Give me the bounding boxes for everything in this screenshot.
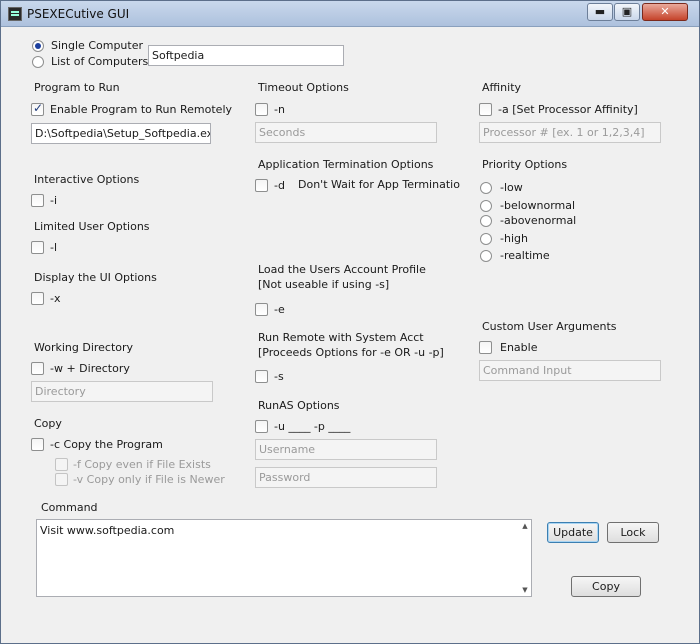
working-dir-input[interactable]: Directory xyxy=(31,381,213,402)
priority-belownormal-label: -belownormal xyxy=(500,199,576,212)
maximize-icon[interactable]: ▣ xyxy=(614,3,640,21)
priority-belownormal-radio[interactable] xyxy=(480,200,492,212)
interactive-checkbox[interactable] xyxy=(31,194,44,207)
interactive-heading: Interactive Options xyxy=(34,173,140,186)
working-dir-heading: Working Directory xyxy=(34,341,134,354)
copy-force-label: -f Copy even if File Exists xyxy=(73,458,211,471)
enable-program-checkbox[interactable] xyxy=(31,101,44,116)
window-title: PSEXECutive GUI xyxy=(27,7,130,21)
timeout-seconds-input[interactable]: Seconds xyxy=(255,122,437,143)
interactive-flag-label: -i xyxy=(50,194,58,207)
load-profile-flag-label: -e xyxy=(274,303,285,316)
priority-realtime-label: -realtime xyxy=(500,249,550,262)
custom-args-enable-label: Enable xyxy=(500,341,538,354)
copy-newer-checkbox[interactable] xyxy=(55,473,68,486)
command-text: Visit www.softpedia.com xyxy=(40,524,175,537)
limited-checkbox[interactable] xyxy=(31,241,44,254)
copy-program-checkbox[interactable] xyxy=(31,438,44,451)
working-dir-flag-label: -w + Directory xyxy=(50,362,130,375)
scroll-down-icon[interactable]: ▼ xyxy=(521,586,529,594)
runas-username-input[interactable]: Username xyxy=(255,439,437,460)
limited-flag-label: -l xyxy=(50,241,58,254)
scroll-up-icon[interactable]: ▲ xyxy=(521,522,529,530)
timeout-heading: Timeout Options xyxy=(258,81,349,94)
copy-button[interactable]: Copy xyxy=(571,576,641,597)
program-path-input[interactable]: D:\Softpedia\Setup_Softpedia.exe xyxy=(31,123,211,144)
single-computer-radio[interactable] xyxy=(32,40,44,52)
run-system-note: [Proceeds Options for -e OR -u -p] xyxy=(258,346,444,359)
priority-realtime-radio[interactable] xyxy=(480,250,492,262)
minimize-icon[interactable]: ▬ xyxy=(587,3,613,21)
custom-args-checkbox[interactable] xyxy=(479,341,492,354)
priority-abovenormal-radio[interactable] xyxy=(480,215,492,227)
lock-button[interactable]: Lock xyxy=(607,522,659,543)
close-icon[interactable]: ✕ xyxy=(642,3,688,21)
copy-newer-label: -v Copy only if File is Newer xyxy=(73,473,225,486)
custom-args-heading: Custom User Arguments xyxy=(482,320,617,333)
command-heading: Command xyxy=(41,501,98,514)
limited-heading: Limited User Options xyxy=(34,220,150,233)
title-bar[interactable]: PSEXECutive GUI ▬ ▣ ✕ xyxy=(1,1,699,27)
priority-high-radio[interactable] xyxy=(480,233,492,245)
app-termination-desc: Don't Wait for App Terminatio xyxy=(298,178,460,191)
priority-low-radio[interactable] xyxy=(480,182,492,194)
enable-program-label: Enable Program to Run Remotely xyxy=(50,103,233,116)
custom-args-input[interactable]: Command Input xyxy=(479,360,661,381)
run-system-checkbox[interactable] xyxy=(255,370,268,383)
priority-high-label: -high xyxy=(500,232,528,245)
app-termination-flag-label: -d xyxy=(274,179,285,192)
run-system-flag-label: -s xyxy=(274,370,284,383)
affinity-heading: Affinity xyxy=(482,81,522,94)
computer-name-input[interactable]: Softpedia xyxy=(148,45,344,66)
list-of-computers-label: List of Computers xyxy=(51,55,149,68)
display-ui-flag-label: -x xyxy=(50,292,61,305)
display-ui-heading: Display the UI Options xyxy=(34,271,157,284)
app-terminal-icon xyxy=(8,7,22,21)
program-heading: Program to Run xyxy=(34,81,120,94)
copy-force-checkbox[interactable] xyxy=(55,458,68,471)
copy-heading: Copy xyxy=(34,417,62,430)
command-textarea[interactable]: Visit www.softpedia.com ▲ ▼ xyxy=(36,519,532,597)
priority-low-label: -low xyxy=(500,181,523,194)
load-profile-note: [Not useable if using -s] xyxy=(258,278,390,291)
affinity-flag-label: -a [Set Processor Affinity] xyxy=(498,103,638,116)
app-termination-checkbox[interactable] xyxy=(255,179,268,192)
working-dir-checkbox[interactable] xyxy=(31,362,44,375)
run-system-heading: Run Remote with System Acct xyxy=(258,331,424,344)
runas-heading: RunAS Options xyxy=(258,399,340,412)
display-ui-checkbox[interactable] xyxy=(31,292,44,305)
runas-flag-label: -u ____ -p ____ xyxy=(274,420,351,433)
runas-checkbox[interactable] xyxy=(255,420,268,433)
load-profile-heading: Load the Users Account Profile xyxy=(258,263,426,276)
timeout-checkbox[interactable] xyxy=(255,103,268,116)
priority-heading: Priority Options xyxy=(482,158,568,171)
list-of-computers-radio[interactable] xyxy=(32,56,44,68)
runas-password-input[interactable]: Password xyxy=(255,467,437,488)
update-button[interactable]: Update xyxy=(547,522,599,543)
main-window: PSEXECutive GUI ▬ ▣ ✕ Single Computer Li… xyxy=(0,0,700,644)
affinity-processor-input[interactable]: Processor # [ex. 1 or 1,2,3,4] xyxy=(479,122,661,143)
app-termination-heading: Application Termination Options xyxy=(258,158,434,171)
single-computer-label: Single Computer xyxy=(51,39,143,52)
affinity-checkbox[interactable] xyxy=(479,103,492,116)
priority-abovenormal-label: -abovenormal xyxy=(500,214,577,227)
timeout-flag-label: -n xyxy=(274,103,285,116)
copy-program-label: -c Copy the Program xyxy=(50,438,163,451)
load-profile-checkbox[interactable] xyxy=(255,303,268,316)
